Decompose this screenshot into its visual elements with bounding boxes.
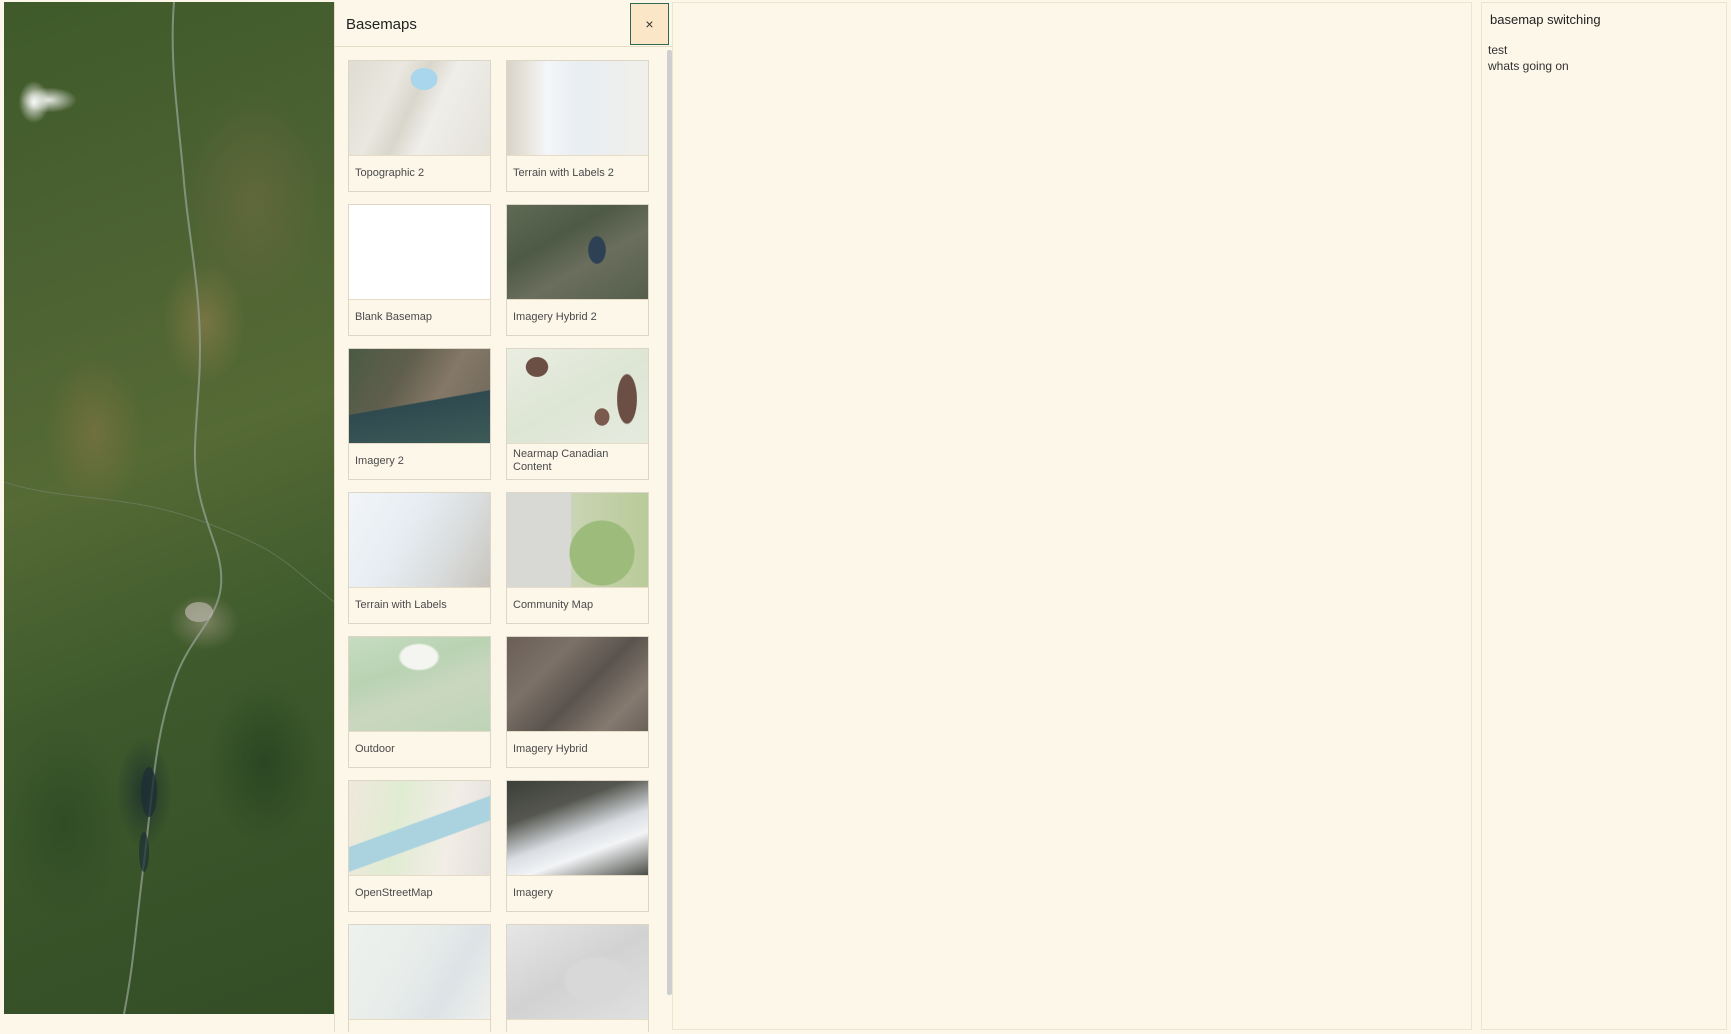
sidebar-title: basemap switching bbox=[1490, 12, 1601, 27]
basemap-item-label: Blank Basemap bbox=[355, 311, 433, 323]
panel-header: Basemaps × bbox=[335, 2, 672, 47]
basemap-item[interactable]: Community Map bbox=[506, 492, 649, 624]
basemap-thumbnail bbox=[507, 637, 648, 732]
basemap-thumbnail bbox=[507, 781, 648, 876]
basemap-item[interactable] bbox=[506, 924, 649, 1032]
basemap-item[interactable]: Terrain with Labels 2 bbox=[506, 60, 649, 192]
basemap-item[interactable] bbox=[348, 924, 491, 1032]
basemap-thumbnail bbox=[349, 349, 490, 444]
basemap-thumbnail bbox=[349, 637, 490, 732]
map-view[interactable] bbox=[4, 2, 334, 1014]
basemap-item-label: Terrain with Labels bbox=[355, 599, 447, 611]
close-icon: × bbox=[645, 16, 654, 32]
basemap-gallery[interactable]: Topographic 2 Terrain with Labels 2 Blank … bbox=[335, 47, 672, 1032]
basemap-item-label: Terrain with Labels 2 bbox=[513, 167, 614, 179]
basemap-item-label: Community Map bbox=[513, 599, 594, 611]
basemap-thumbnail bbox=[349, 781, 490, 876]
basemap-item[interactable]: Imagery bbox=[506, 780, 649, 912]
sidebar-text-line: test bbox=[1488, 43, 1508, 57]
sidebar-text-line: whats going on bbox=[1488, 59, 1569, 73]
basemap-item[interactable]: Imagery Hybrid 2 bbox=[506, 204, 649, 336]
basemap-panel: Basemaps × Topographic 2 Terrain with Lab… bbox=[334, 2, 672, 1032]
basemap-item-label: Topographic 2 bbox=[355, 167, 425, 179]
basemap-thumbnail bbox=[507, 61, 648, 156]
basemap-item[interactable]: Outdoor bbox=[348, 636, 491, 768]
main-pane bbox=[672, 2, 1472, 1030]
basemap-item-label: Imagery 2 bbox=[355, 455, 404, 467]
basemap-item-label: Imagery Hybrid bbox=[513, 743, 588, 755]
basemap-thumbnail bbox=[507, 205, 648, 300]
basemap-item-label: Outdoor bbox=[355, 743, 395, 755]
basemap-item-label: Imagery Hybrid 2 bbox=[513, 311, 597, 323]
basemap-item-label: Imagery bbox=[513, 887, 553, 899]
basemap-item[interactable]: Nearmap Canadian Content bbox=[506, 348, 649, 480]
basemap-item[interactable]: Terrain with Labels bbox=[348, 492, 491, 624]
basemap-thumbnail bbox=[507, 349, 648, 444]
basemap-item-label: OpenStreetMap bbox=[355, 887, 433, 899]
basemap-thumbnail bbox=[349, 205, 490, 300]
basemap-item[interactable]: Topographic 2 bbox=[348, 60, 491, 192]
basemap-thumbnail bbox=[507, 493, 648, 588]
basemap-item[interactable]: Imagery 2 bbox=[348, 348, 491, 480]
sidebar: basemap switching test whats going on bbox=[1481, 2, 1727, 1030]
basemap-thumbnail bbox=[349, 61, 490, 156]
close-button[interactable]: × bbox=[630, 3, 669, 45]
map-river bbox=[4, 2, 334, 1014]
basemap-thumbnail bbox=[349, 925, 490, 1020]
panel-title: Basemaps bbox=[346, 16, 417, 33]
basemap-thumbnail bbox=[507, 925, 648, 1020]
basemap-item[interactable]: Imagery Hybrid bbox=[506, 636, 649, 768]
basemap-item-label: Nearmap Canadian Content bbox=[513, 448, 609, 473]
basemap-item[interactable]: Blank Basemap bbox=[348, 204, 491, 336]
basemap-thumbnail bbox=[349, 493, 490, 588]
basemap-item[interactable]: OpenStreetMap bbox=[348, 780, 491, 912]
